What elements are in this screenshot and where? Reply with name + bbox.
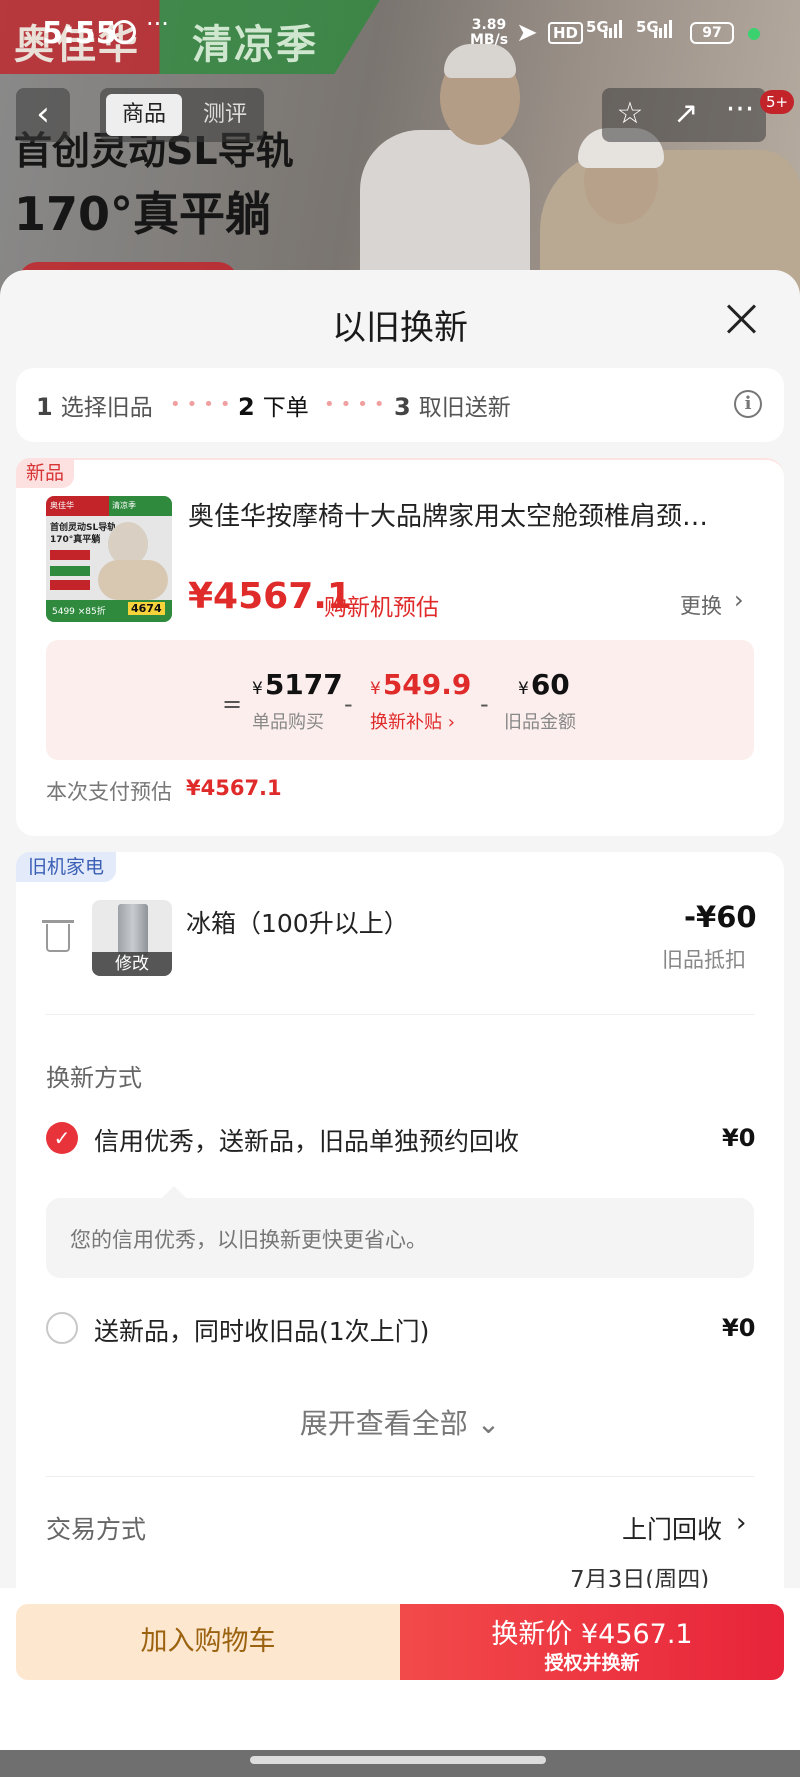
chevron-right-icon[interactable]: › xyxy=(736,1508,746,1538)
location-arrow-icon: ➤ xyxy=(516,18,538,48)
radio-unchecked-icon[interactable] xyxy=(46,1312,78,1344)
unit-price-value: ¥5177 xyxy=(252,668,343,701)
minus-sign: - xyxy=(344,690,353,718)
thumb-chair xyxy=(98,560,168,600)
currency-symbol: ¥ xyxy=(370,679,381,699)
add-to-cart-button[interactable]: 加入购物车 xyxy=(16,1604,400,1680)
step-number: 2 xyxy=(238,393,255,421)
back-chevron-icon[interactable]: ‹ xyxy=(16,88,70,142)
pay-estimate-label: 本次支付预估 xyxy=(46,780,172,804)
amount: 549.9 xyxy=(382,668,472,701)
chevron-right-icon[interactable]: › xyxy=(734,586,744,614)
thumb-badge xyxy=(50,566,90,576)
expand-all-label: 展开查看全部 xyxy=(299,1407,468,1440)
season-logo-text: 清凉季 xyxy=(192,22,318,68)
amount: 5177 xyxy=(264,668,343,701)
network-speed-unit: MB/s xyxy=(470,32,509,48)
photo-man-hair xyxy=(444,44,516,78)
network-speed-value: 3.89 xyxy=(471,17,507,33)
favorite-star-icon[interactable]: ☆ xyxy=(608,96,652,131)
old-item-name: 冰箱（100升以上） xyxy=(186,909,409,938)
tab-goods[interactable]: 商品 xyxy=(106,94,182,136)
trade-method-title: 换新方式 xyxy=(46,1064,142,1092)
new-product-tag: 新品 xyxy=(16,458,74,488)
option-credit-price: ¥0 xyxy=(722,1124,756,1152)
old-item-deduction: -¥60 xyxy=(684,900,757,934)
expand-all-button[interactable]: 展开查看全部 ⌄ xyxy=(0,1402,800,1442)
old-item-value: ¥60 xyxy=(518,668,570,701)
hd-voice-icon: HD xyxy=(548,22,584,44)
replace-product-button[interactable]: 更换 xyxy=(680,590,722,620)
minus-sign: - xyxy=(480,690,489,718)
subsidy-link[interactable]: 换新补贴 › xyxy=(370,708,455,734)
tab-review[interactable]: 测评 xyxy=(192,94,258,136)
sheet-title: 以旧换新 xyxy=(332,308,468,348)
option-same-visit-price: ¥0 xyxy=(722,1314,756,1342)
home-indicator[interactable] xyxy=(250,1756,546,1764)
step-select-old: 1 选择旧品 xyxy=(36,388,153,422)
edit-old-item-button[interactable]: 修改 xyxy=(92,952,172,976)
option-same-visit-label[interactable]: 送新品，同时收旧品(1次上门) xyxy=(94,1312,429,1348)
message-count-badge: 5+ xyxy=(760,90,795,114)
info-icon[interactable]: i xyxy=(734,390,762,418)
trade-in-price[interactable]: 换新价 ¥4567.1 xyxy=(400,1612,784,1651)
thumb-headline-2: 170°真平躺 xyxy=(50,535,101,545)
thumb-brand-1: 奥佳华 xyxy=(50,501,74,510)
credit-note-text: 您的信用优秀，以旧换新更快更省心。 xyxy=(70,1228,427,1252)
step-label: 下单 xyxy=(262,395,309,421)
step-number: 3 xyxy=(394,393,411,421)
thumb-badge xyxy=(50,550,90,560)
share-icon[interactable]: ↗ xyxy=(664,96,708,131)
transaction-method-value[interactable]: 上门回收 xyxy=(622,1510,722,1546)
currency-symbol: ¥ xyxy=(518,679,529,699)
close-icon[interactable] xyxy=(722,300,762,340)
thumb-badge xyxy=(50,580,90,590)
step-label: 选择旧品 xyxy=(60,395,153,421)
unit-price-label: 单品购买 xyxy=(252,712,324,733)
subsidy-value: ¥549.9 xyxy=(370,668,471,701)
step-label: 取旧送新 xyxy=(418,395,511,421)
privacy-indicator-dot xyxy=(748,28,760,40)
product-name[interactable]: 奥佳华按摩椅十大品牌家用太空舱颈椎肩颈… xyxy=(188,496,748,533)
product-thumbnail[interactable]: 奥佳华 清凉季 首创灵动SL导轨 170°真平躺 5499 ×85折 4674 xyxy=(46,496,172,622)
trade-in-sub-label[interactable]: 授权并换新 xyxy=(400,1648,784,1675)
more-icon[interactable]: ··· xyxy=(718,92,762,127)
divider xyxy=(46,1014,754,1015)
thumb-brand-2: 清凉季 xyxy=(112,501,136,510)
status-time: 5:55 xyxy=(42,16,117,51)
new-price-label: 购新机预估 xyxy=(324,595,439,621)
step-number: 1 xyxy=(36,393,53,421)
promo-headline-2: 170°真平躺 xyxy=(14,187,272,241)
notification-more-icon: ··· xyxy=(146,10,169,38)
option-credit-label[interactable]: 信用优秀，送新品，旧品单独预约回收 xyxy=(94,1122,519,1158)
signal-bars-icon-1 xyxy=(604,20,622,38)
trash-icon[interactable] xyxy=(46,924,70,952)
equals-sign: = xyxy=(222,690,243,718)
divider xyxy=(46,1476,754,1477)
amount: 60 xyxy=(530,668,570,701)
step-pickup-deliver: 3 取旧送新 xyxy=(394,388,511,422)
step-connector-dots: •••• xyxy=(170,394,237,415)
transaction-method-title: 交易方式 xyxy=(46,1515,147,1544)
old-item-deduction-label: 旧品抵扣 xyxy=(662,948,746,972)
trash-icon-lid[interactable] xyxy=(42,920,74,923)
step-order: 2 下单 xyxy=(238,388,309,422)
thumb-price-right: 4674 xyxy=(128,602,165,615)
thumb-price-left: 5499 ×85折 xyxy=(52,607,106,617)
chevron-down-icon: ⌄ xyxy=(467,1407,501,1440)
network-speed: 3.89 MB/s xyxy=(470,18,508,48)
currency-symbol: ¥ xyxy=(252,679,263,699)
alarm-clock-icon xyxy=(112,20,136,44)
pay-estimate-value: ¥4567.1 xyxy=(186,776,282,800)
fridge-image xyxy=(118,904,148,956)
radio-checked-icon[interactable]: ✓ xyxy=(46,1122,78,1154)
battery-icon: 97 xyxy=(690,22,734,44)
old-appliance-tag: 旧机家电 xyxy=(16,852,116,882)
signal-bars-icon-2 xyxy=(654,20,672,38)
step-connector-dots: •••• xyxy=(324,394,391,415)
old-item-label: 旧品金额 xyxy=(504,712,576,733)
